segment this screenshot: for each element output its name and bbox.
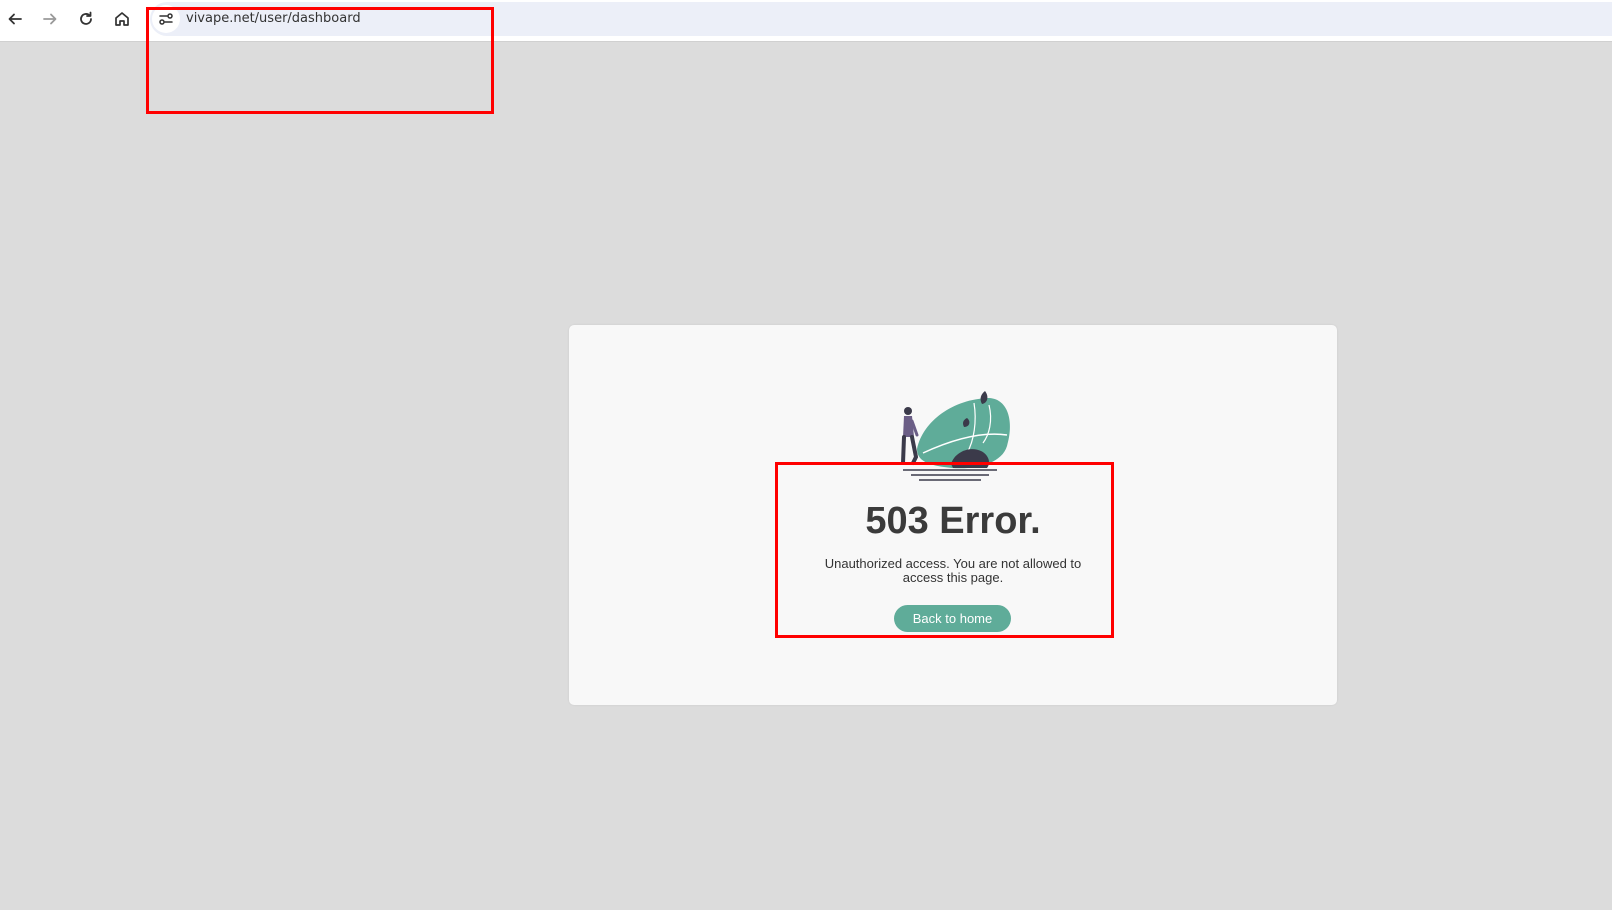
error-illustration — [901, 391, 1010, 481]
forward-button[interactable] — [37, 6, 63, 32]
address-bar[interactable]: vivape.net/user/dashboard — [150, 2, 1612, 36]
back-to-home-button[interactable]: Back to home — [894, 605, 1011, 632]
error-title: 503 Error. — [865, 500, 1041, 542]
back-arrow-icon — [8, 13, 22, 25]
reload-button[interactable] — [73, 6, 99, 32]
back-button[interactable] — [2, 6, 28, 32]
home-button[interactable] — [109, 6, 135, 32]
url-text[interactable]: vivape.net/user/dashboard — [186, 11, 361, 26]
home-icon — [115, 12, 129, 26]
browser-toolbar: vivape.net/user/dashboard — [0, 0, 1612, 42]
reload-icon — [80, 11, 92, 25]
site-info-icon[interactable] — [152, 5, 180, 33]
error-message: Unauthorized access. You are not allowed… — [824, 556, 1082, 585]
forward-arrow-icon — [43, 13, 57, 25]
error-card: 503 Error. Unauthorized access. You are … — [569, 325, 1337, 705]
